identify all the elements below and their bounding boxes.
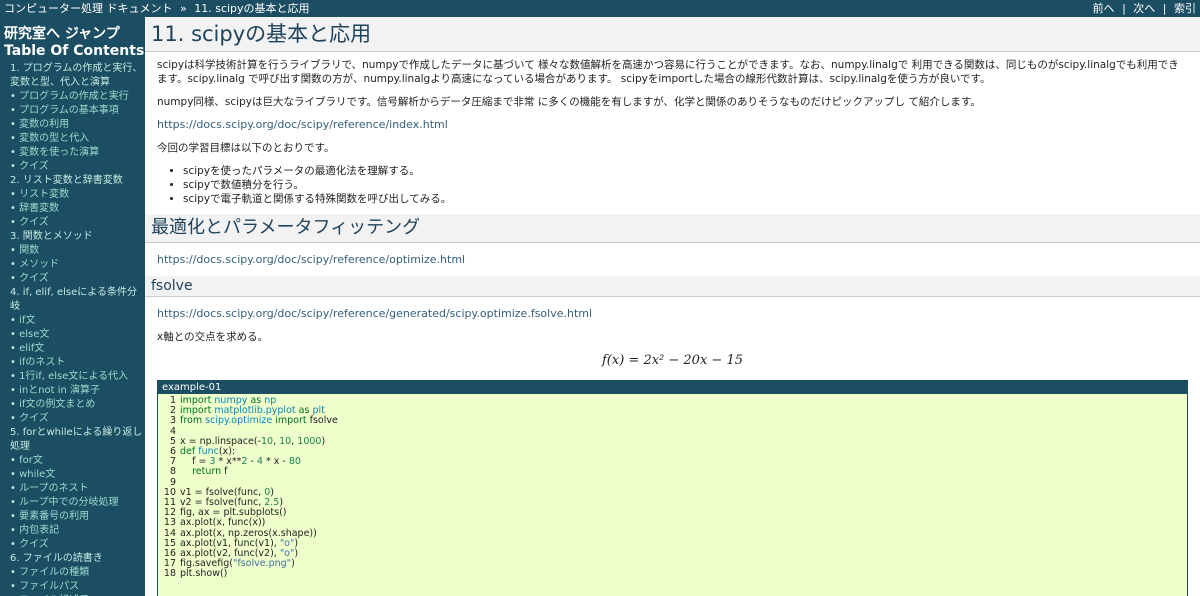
breadcrumb-current: 11. scipyの基本と応用 <box>194 2 310 15</box>
toc-item-link[interactable]: else文 <box>10 328 145 342</box>
code-block: 1 import numpy as np 2 import matplotlib.p… <box>158 394 1187 596</box>
breadcrumb: コンピューター処理 ドキュメント » 11. scipyの基本と応用 <box>4 0 310 17</box>
toc-item-link[interactable]: 関数 <box>10 244 145 258</box>
toc-item-link[interactable]: リスト変数 <box>10 188 145 202</box>
toc-section-link[interactable]: 処理 <box>10 440 145 454</box>
goal-item: scipyで数値積分を行う。 <box>183 178 1200 192</box>
scipy-reference-link[interactable]: https://docs.scipy.org/doc/scipy/referen… <box>145 118 1200 131</box>
goal-item: scipyで電子軌道と関係する特殊関数を呼び出してみる。 <box>183 192 1200 206</box>
page-title: 11. scipyの基本と応用 <box>145 17 1200 52</box>
toc-item-link[interactable]: メソッド <box>10 258 145 272</box>
toc-item-link[interactable]: for文 <box>10 454 145 468</box>
toc-item-link[interactable]: クイズ <box>10 216 145 230</box>
toc-item-link[interactable]: while文 <box>10 468 145 482</box>
toc-item-link[interactable]: if文の例文まとめ <box>10 398 145 412</box>
formula: f(x) = 2x² − 20x − 15 <box>602 353 743 368</box>
top-navigation-bar: コンピューター処理 ドキュメント » 11. scipyの基本と応用 前へ | … <box>0 0 1200 17</box>
toc-item-link[interactable]: ループ中での分岐処理 <box>10 496 145 510</box>
code-example: example-01 1 import numpy as np 2 import m… <box>157 380 1188 596</box>
toc-item-link[interactable]: inとnot in 演算子 <box>10 384 145 398</box>
breadcrumb-docs-link[interactable]: コンピューター処理 ドキュメント <box>4 2 173 15</box>
toc-section-link[interactable]: 4. if, elif, elseによる条件分岐 <box>10 286 145 314</box>
toc-section-link[interactable]: 2. リスト変数と辞書変数 <box>10 174 145 188</box>
goal-item: scipyを使ったパラメータの最適化法を理解する。 <box>183 164 1200 178</box>
toc-item-link[interactable]: プログラムの基本事項 <box>10 104 145 118</box>
toc-item-link[interactable]: クイズ <box>10 412 145 426</box>
nav-separator: | <box>1122 2 1126 15</box>
nav-separator: | <box>1162 2 1167 15</box>
goals-intro: 今回の学習目標は以下のとおりです。 <box>157 142 335 154</box>
lab-jump-link[interactable]: 研究室へ ジャンプ <box>4 25 145 43</box>
toc-list: 1. プログラムの作成と実行、変数と型、代入と演算プログラムの作成と実行プログラ… <box>4 62 145 596</box>
toc-item-link[interactable]: 辞書変数 <box>10 202 145 216</box>
relation-nav: 前へ | 次へ | 索引 <box>1093 0 1196 17</box>
prev-link[interactable]: 前へ <box>1093 2 1115 15</box>
toc-item-link[interactable]: ファイルの種類 <box>10 566 145 580</box>
toc-item-link[interactable]: 変数を使った演算 <box>10 146 145 160</box>
toc-item-link[interactable]: 内包表記 <box>10 524 145 538</box>
toc-item-link[interactable]: 変数の利用 <box>10 118 145 132</box>
toc-item-link[interactable]: if文 <box>10 314 145 328</box>
toc-item-link[interactable]: elif文 <box>10 342 145 356</box>
code-example-label: example-01 <box>158 381 1187 394</box>
toc-section-link[interactable]: 1. プログラムの作成と実行、 <box>10 62 145 76</box>
intro-paragraph: scipyは科学技術計算を行うライブラリで、numpyで作成したデータに基づいて… <box>157 59 1179 85</box>
toc-section-link[interactable]: 変数と型、代入と演算 <box>10 76 145 90</box>
toc-item-link[interactable]: 要素番号の利用 <box>10 510 145 524</box>
breadcrumb-separator: » <box>180 2 187 15</box>
main-content: 11. scipyの基本と応用 scipyは科学技術計算を行うライブラリで、nu… <box>145 17 1200 596</box>
toc-item-link[interactable]: クイズ <box>10 160 145 174</box>
toc-item-link[interactable]: 変数の型と代入 <box>10 132 145 146</box>
toc-section-link[interactable]: 3. 関数とメソッド <box>10 230 145 244</box>
optimize-reference-link[interactable]: https://docs.scipy.org/doc/scipy/referen… <box>145 253 1200 266</box>
fsolve-reference-link[interactable]: https://docs.scipy.org/doc/scipy/referen… <box>145 307 1200 320</box>
goals-list: scipyを使ったパラメータの最適化法を理解する。 scipyで数値積分を行う。… <box>145 164 1200 206</box>
toc-item-link[interactable]: クイズ <box>10 538 145 552</box>
intro-paragraph-2: numpy同様、scipyは巨大なライブラリです。信号解析からデータ圧縮まで非常… <box>157 96 981 108</box>
next-link[interactable]: 次へ <box>1133 2 1155 15</box>
toc-section-link[interactable]: 5. forとwhileによる繰り返し <box>10 426 145 440</box>
toc-section-link[interactable]: 6. ファイルの読書き <box>10 552 145 566</box>
section-heading-optimization: 最適化とパラメータフィッテング <box>145 214 1200 243</box>
sidebar: 研究室へ ジャンプ Table Of Contents 1. プログラムの作成と… <box>0 17 145 596</box>
toc-item-link[interactable]: プログラムの作成と実行 <box>10 90 145 104</box>
toc-heading: Table Of Contents <box>4 43 145 59</box>
toc-item-link[interactable]: ループのネスト <box>10 482 145 496</box>
index-link[interactable]: 索引 <box>1174 2 1196 15</box>
toc-item-link[interactable]: ファイルパス <box>10 580 145 594</box>
fsolve-description: x軸との交点を求める。 <box>157 331 269 343</box>
toc-item-link[interactable]: ifのネスト <box>10 356 145 370</box>
toc-item-link[interactable]: 1行if, else文による代入 <box>10 370 145 384</box>
subsection-heading-fsolve: fsolve <box>145 276 1200 297</box>
toc-item-link[interactable]: クイズ <box>10 272 145 286</box>
